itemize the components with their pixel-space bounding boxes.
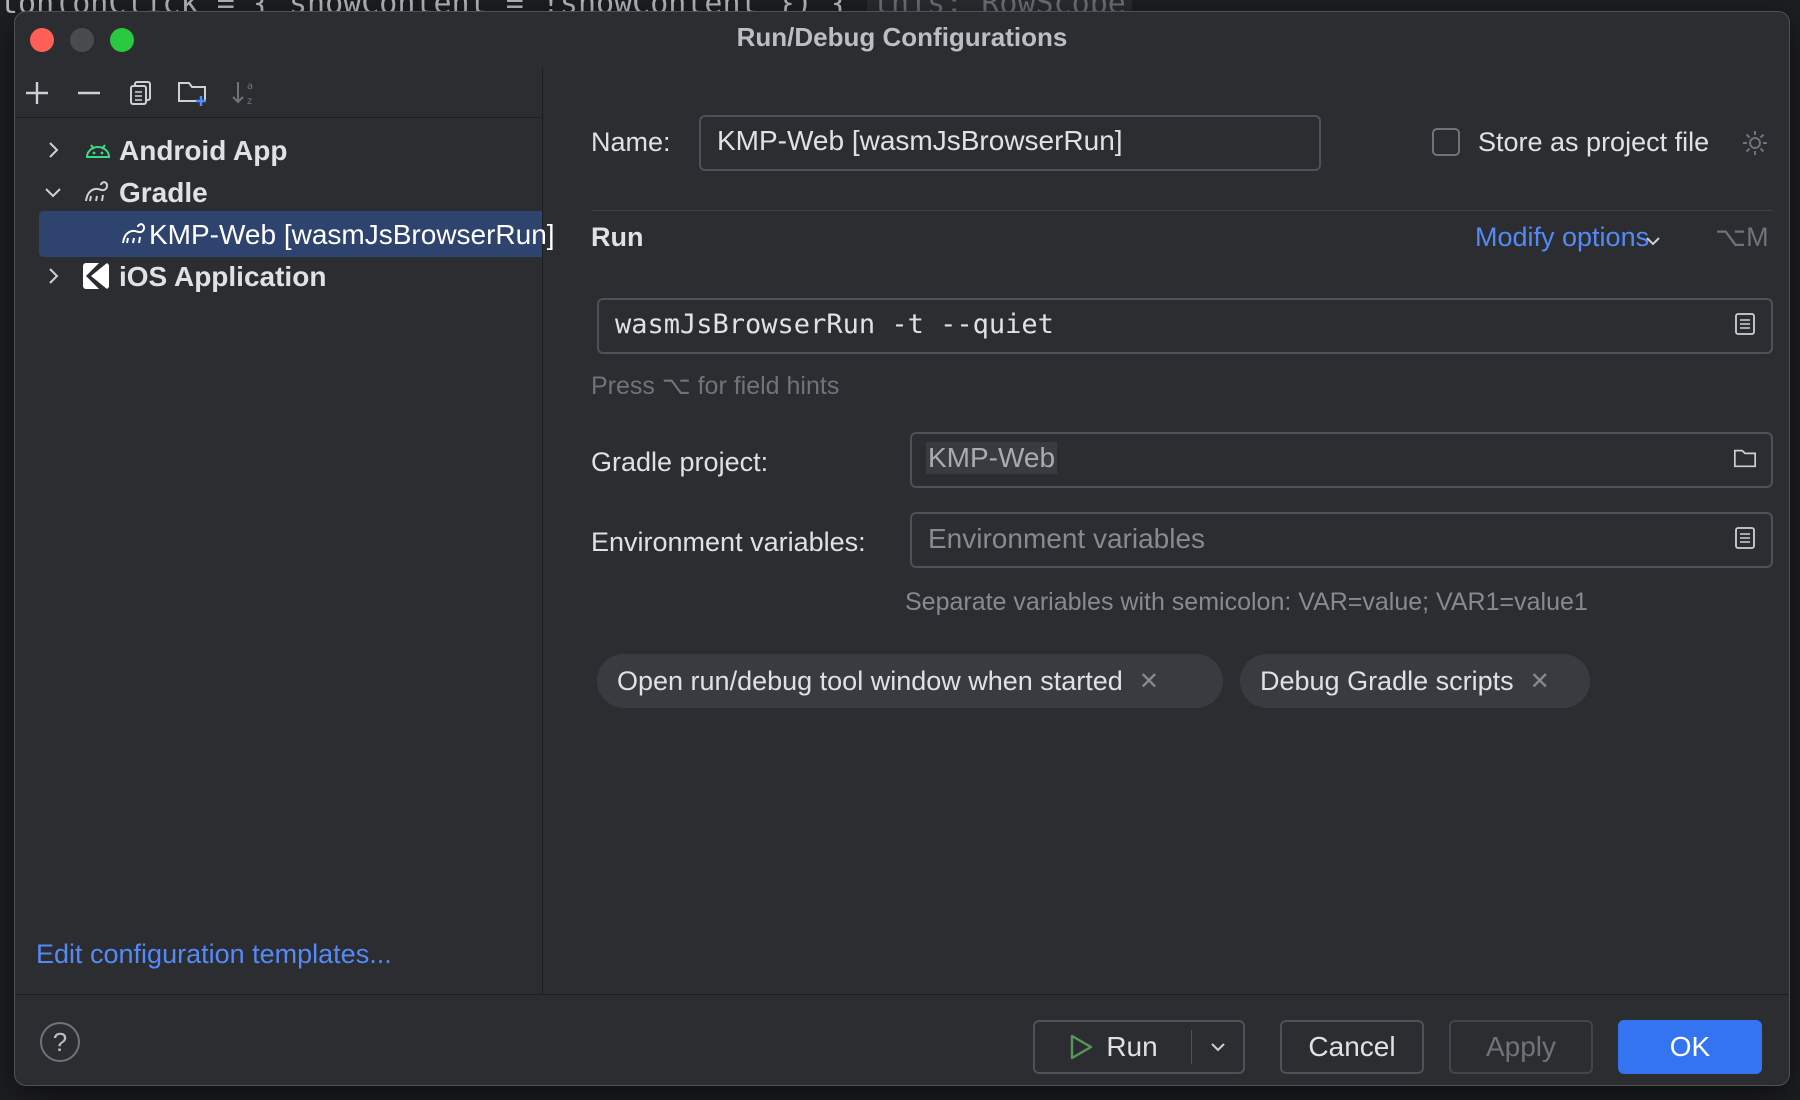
environment-variables-field[interactable]: Environment variables	[910, 512, 1773, 568]
folder-icon[interactable]	[1733, 446, 1757, 470]
tree-item-label: Gradle	[119, 177, 208, 208]
dialog-title: Run/Debug Configurations	[736, 22, 1068, 52]
environment-variables-hint: Separate variables with semicolon: VAR=v…	[905, 588, 1588, 616]
gradle-icon	[122, 223, 146, 244]
configuration-editor: Name: KMP-Web [wasmJsBrowserRun] Store a…	[543, 67, 1789, 994]
copy-icon	[130, 81, 151, 105]
chip-label: Debug Gradle scripts	[1260, 665, 1514, 696]
configurations-sidebar: az Android App Gradle KMP-Web [wasmJsBro…	[15, 67, 555, 994]
folder-add-icon	[178, 82, 206, 106]
cancel-button[interactable]: Cancel	[1280, 1020, 1424, 1074]
plus-icon	[26, 82, 48, 104]
gear-icon[interactable]	[1740, 128, 1770, 158]
sidebar-toolbar: az	[15, 67, 542, 118]
modify-options-shortcut: ⌥M	[1715, 222, 1769, 252]
name-field[interactable]: KMP-Web [wasmJsBrowserRun]	[699, 115, 1321, 171]
add-configuration-button[interactable]	[19, 75, 55, 111]
run-command-value: wasmJsBrowserRun -t --quiet	[615, 309, 1054, 340]
minus-icon	[78, 91, 100, 95]
apply-button[interactable]: Apply	[1449, 1020, 1593, 1074]
title-bar: Run/Debug Configurations	[15, 12, 1789, 62]
svg-text:z: z	[247, 96, 252, 107]
name-field-value: KMP-Web [wasmJsBrowserRun]	[717, 125, 1123, 156]
gradle-project-field[interactable]: KMP-Web	[910, 432, 1773, 488]
run-button-group: Run	[1033, 1020, 1245, 1074]
run-command-field[interactable]: wasmJsBrowserRun -t --quiet	[597, 298, 1773, 354]
chip-label: Open run/debug tool window when started	[617, 665, 1123, 696]
environment-variables-placeholder: Environment variables	[928, 523, 1206, 554]
section-divider	[591, 210, 1773, 211]
dialog-footer: ? Run Cancel Apply OK	[15, 994, 1789, 1085]
svg-text:a: a	[247, 81, 253, 92]
ok-button[interactable]: OK	[1618, 1020, 1762, 1074]
chevron-right-icon[interactable]	[41, 264, 65, 288]
environment-variables-label: Environment variables:	[591, 527, 866, 557]
tree-item-gradle[interactable]: Gradle	[15, 169, 542, 215]
sort-alphabetical-icon: az	[232, 81, 253, 107]
help-button[interactable]: ?	[40, 1022, 80, 1062]
option-chip-open-tool-window: Open run/debug tool window when started …	[597, 654, 1223, 708]
run-section-title: Run	[591, 222, 644, 252]
chevron-right-icon[interactable]	[41, 138, 65, 162]
run-button[interactable]: Run	[1035, 1022, 1191, 1072]
gradle-project-label: Gradle project:	[591, 447, 769, 477]
chevron-down-icon[interactable]	[41, 180, 65, 204]
tree-item-label: Android App	[119, 135, 288, 166]
new-folder-button[interactable]	[175, 75, 211, 111]
option-chip-debug-gradle-scripts: Debug Gradle scripts ✕	[1240, 654, 1590, 708]
name-label: Name:	[591, 127, 671, 157]
modify-options-link[interactable]: Modify options	[1475, 222, 1649, 253]
background-edge	[1790, 0, 1800, 1100]
gradle-project-value: KMP-Web	[926, 442, 1058, 474]
tree-item-ios-application[interactable]: iOS Application	[15, 253, 542, 299]
sort-configurations-button[interactable]: az	[227, 75, 263, 111]
run-options-dropdown[interactable]	[1192, 1022, 1243, 1072]
run-debug-dialog: Run/Debug Configurations az Android App …	[14, 11, 1790, 1086]
play-icon	[1071, 1034, 1093, 1060]
tree-item-android-app[interactable]: Android App	[15, 127, 542, 173]
ios-app-icon	[83, 263, 109, 289]
store-as-project-file-label[interactable]: Store as project file	[1478, 127, 1709, 158]
remove-configuration-button[interactable]	[71, 75, 107, 111]
field-hints-text: Press ⌥ for field hints	[591, 372, 840, 400]
chevron-down-icon[interactable]	[1643, 231, 1663, 251]
expand-text-icon[interactable]	[1733, 526, 1757, 550]
gradle-icon	[85, 181, 109, 202]
chevron-down-icon	[1210, 1043, 1225, 1052]
close-icon[interactable]: ✕	[1139, 667, 1159, 696]
run-button-label: Run	[1106, 1031, 1158, 1062]
android-icon	[85, 144, 111, 158]
store-as-project-file-checkbox[interactable]	[1432, 128, 1460, 156]
expand-text-icon[interactable]	[1733, 312, 1757, 336]
close-icon[interactable]: ✕	[1530, 667, 1550, 696]
copy-configuration-button[interactable]	[123, 75, 159, 111]
tree-item-kmp-web[interactable]: KMP-Web [wasmJsBrowserRun]	[39, 211, 555, 257]
edit-configuration-templates-link[interactable]: Edit configuration templates...	[36, 939, 392, 970]
tree-item-label: iOS Application	[119, 261, 327, 292]
tree-item-label: KMP-Web [wasmJsBrowserRun]	[149, 219, 555, 250]
